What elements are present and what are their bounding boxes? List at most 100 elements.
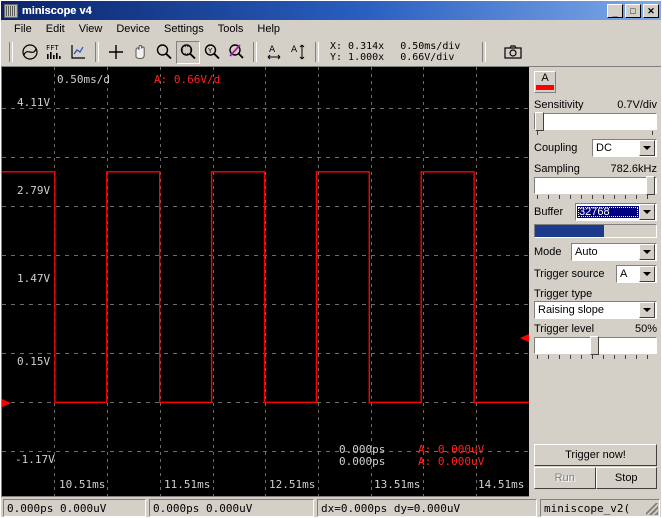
cursor-readout-value-2: A: 0.000uV (418, 455, 485, 468)
screenshot-camera-icon[interactable] (501, 41, 525, 64)
status-device-label: miniscope_v2( (544, 501, 631, 515)
scope-display[interactable]: 0.50ms/d A: 0.66V/d 4.11V 2.79V 1.47V 0.… (1, 66, 529, 497)
trigger-level-marker-left[interactable] (2, 399, 11, 407)
xy-plot-icon[interactable] (66, 41, 90, 64)
toolbar-separator (482, 42, 487, 62)
menu-tools[interactable]: Tools (211, 22, 251, 36)
y-axis-label: 1.47V (17, 272, 51, 285)
autoscale-x-icon[interactable]: A (262, 41, 286, 64)
sampling-value: 782.6kHz (610, 163, 657, 175)
sensitivity-label: Sensitivity (534, 99, 584, 111)
svg-text:FFT: FFT (46, 44, 59, 52)
y-axis-label: 0.15V (17, 355, 51, 368)
title-bar: miniscope v4 _ □ ✕ (1, 1, 661, 20)
sensitivity-slider-thumb[interactable] (535, 112, 544, 131)
chevron-down-icon[interactable] (639, 302, 655, 318)
zoom-y-label: Y: 1.000x (330, 52, 385, 63)
y-axis-label: 2.79V (17, 184, 51, 197)
buffer-label: Buffer (534, 206, 564, 218)
zoom-x-label: X: 0.314x (330, 41, 385, 52)
y-axis-label: -1.17V (15, 453, 55, 466)
channel-color-swatch (536, 85, 554, 90)
buffer-value: 32768 (577, 206, 639, 218)
trigger-source-select[interactable]: A (616, 265, 657, 283)
buffer-select[interactable]: 32768 (575, 203, 657, 221)
toolbar-separator (253, 42, 257, 62)
main-area: 0.50ms/d A: 0.66V/d 4.11V 2.79V 1.47V 0.… (1, 66, 661, 497)
menu-settings[interactable]: Settings (157, 22, 211, 36)
trigger-level-slider-thumb[interactable] (590, 336, 599, 355)
minimize-button[interactable]: _ (607, 3, 623, 18)
window-controls: _ □ ✕ (607, 3, 659, 18)
sensitivity-ticks (534, 131, 657, 137)
coupling-value: DC (596, 142, 612, 154)
close-button[interactable]: ✕ (643, 3, 659, 18)
status-device: miniscope_v2( (540, 499, 660, 517)
coupling-select[interactable]: DC (592, 139, 657, 157)
maximize-button[interactable]: □ (625, 3, 641, 18)
run-stop-row: Run Stop (534, 467, 657, 489)
zoom-icon[interactable] (152, 41, 176, 64)
sampling-row: Sampling 782.6kHz (534, 163, 657, 175)
app-window: miniscope v4 _ □ ✕ File Edit View Device… (0, 0, 662, 518)
toolbar-separator (315, 42, 319, 62)
svg-text:A: A (269, 45, 276, 55)
run-button[interactable]: Run (534, 467, 596, 489)
menu-file[interactable]: File (7, 22, 39, 36)
x-axis-label: 10.51ms (59, 478, 106, 491)
cursor-readout-time-2: 0.000ps (339, 455, 386, 468)
fft-mode-icon[interactable]: FFT (42, 41, 66, 64)
menu-device[interactable]: Device (109, 22, 157, 36)
sensitivity-slider[interactable] (534, 112, 657, 131)
zoom-y-icon[interactable]: Y (200, 41, 224, 64)
status-delta: dx=0.000ps dy=0.000uV (317, 499, 537, 517)
trigger-level-slider[interactable] (534, 336, 657, 355)
sampling-slider-thumb[interactable] (646, 176, 655, 195)
window-title: miniscope v4 (22, 4, 92, 17)
buffer-row: Buffer 32768 (534, 203, 657, 221)
menu-view[interactable]: View (72, 22, 110, 36)
stop-button[interactable]: Stop (595, 467, 657, 489)
chevron-down-icon[interactable] (639, 140, 655, 156)
pan-hand-icon[interactable] (128, 41, 152, 64)
trigger-level-label: Trigger level (534, 323, 595, 335)
coupling-row: Coupling DC (534, 139, 657, 157)
mode-label: Mode (534, 246, 562, 258)
x-axis-label: 12.51ms (269, 478, 316, 491)
sensitivity-row: Sensitivity 0.7V/div (534, 99, 657, 111)
mode-row: Mode Auto (534, 243, 657, 261)
menu-help[interactable]: Help (250, 22, 287, 36)
sampling-slider[interactable] (534, 176, 657, 195)
status-bar: 0.000ps 0.000uV 0.000ps 0.000uV dx=0.000… (1, 497, 661, 517)
zoom-reset-icon[interactable] (224, 41, 248, 64)
trigger-level-value: 50% (634, 323, 657, 335)
maximize-icon: □ (630, 5, 636, 16)
close-icon: ✕ (647, 5, 655, 16)
scope-canvas[interactable]: 0.50ms/d A: 0.66V/d 4.11V 2.79V 1.47V 0.… (2, 67, 529, 496)
volt-div-label: 0.66V/div (400, 52, 455, 63)
chevron-down-icon[interactable] (639, 244, 655, 260)
trigger-type-select[interactable]: Raising slope (534, 301, 657, 319)
toolbar-separator (9, 42, 13, 62)
overlay-chan-div: A: 0.66V/d (154, 73, 221, 86)
mode-select[interactable]: Auto (571, 243, 657, 261)
autoscale-y-icon[interactable]: A (286, 41, 310, 64)
chevron-down-icon[interactable] (639, 204, 655, 220)
scope-mode-icon[interactable] (18, 41, 42, 64)
trigger-level-marker-right[interactable] (520, 334, 529, 342)
zoom-box-icon[interactable] (176, 40, 200, 64)
menu-bar: File Edit View Device Settings Tools Hel… (1, 20, 661, 38)
trigger-type-row: Trigger type (534, 288, 657, 300)
x-axis-label: 14.51ms (478, 478, 525, 491)
trigger-type-value: Raising slope (538, 304, 605, 316)
crosshair-cursor-icon[interactable] (104, 41, 128, 64)
control-panel: A Sensitivity 0.7V/div Coupling DC Sampl… (529, 66, 661, 497)
trigger-now-button[interactable]: Trigger now! (534, 444, 657, 466)
overlay-time-div: 0.50ms/d (57, 73, 110, 86)
menu-edit[interactable]: Edit (39, 22, 72, 36)
channel-tab-label: A (541, 72, 549, 84)
channel-tab-a[interactable]: A (534, 71, 556, 93)
chevron-down-icon[interactable] (639, 266, 655, 282)
mode-value: Auto (575, 246, 598, 258)
resize-grip[interactable] (646, 503, 658, 515)
